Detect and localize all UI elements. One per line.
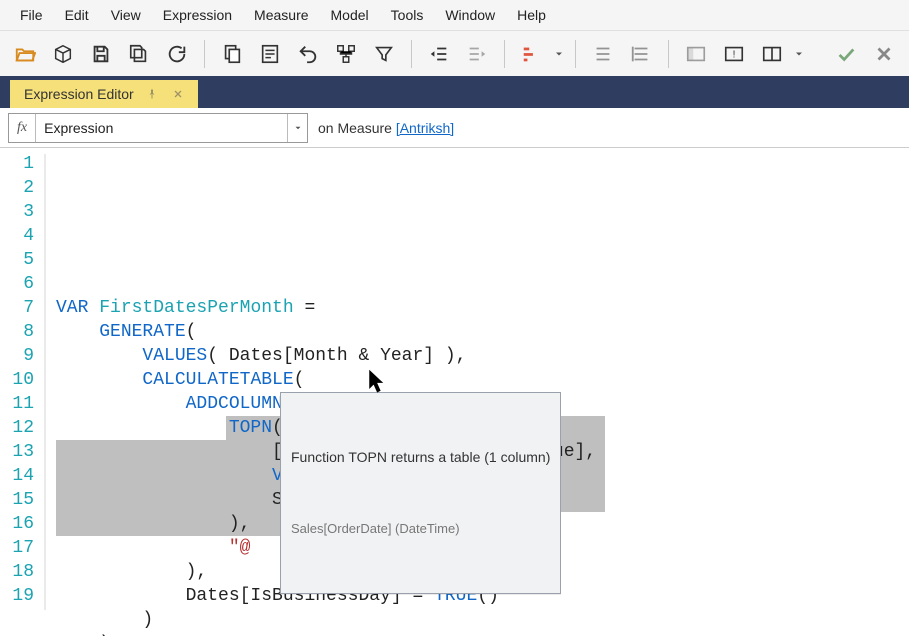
script-icon[interactable] (253, 37, 287, 71)
code-line[interactable]: CALCULATETABLE( (56, 368, 905, 392)
filter-icon[interactable] (367, 37, 401, 71)
fx-icon: fx (9, 114, 36, 142)
toolbar-separator (504, 40, 505, 68)
accept-check-icon[interactable] (829, 37, 863, 71)
toolbar-separator (204, 40, 205, 68)
code-line[interactable]: ) (56, 608, 905, 632)
code-line[interactable]: GENERATE( (56, 320, 905, 344)
line-number: 6 (0, 272, 34, 296)
menu-file[interactable]: File (10, 3, 53, 27)
tab-label: Expression Editor (24, 86, 134, 102)
indent-right-icon[interactable] (460, 37, 494, 71)
panel-left-icon[interactable] (679, 37, 713, 71)
line-number: 7 (0, 296, 34, 320)
line-number: 10 (0, 368, 34, 392)
svg-text:!: ! (733, 49, 736, 60)
menu-help[interactable]: Help (507, 3, 556, 27)
menu-tools[interactable]: Tools (381, 3, 434, 27)
line-number: 2 (0, 176, 34, 200)
line-number: 18 (0, 560, 34, 584)
toolbar: ! (0, 30, 909, 76)
tooltip-line1: Function TOPN returns a table (1 column) (291, 445, 550, 469)
warning-panel-icon[interactable]: ! (717, 37, 751, 71)
line-number: 5 (0, 248, 34, 272)
line-number: 17 (0, 536, 34, 560)
code-line[interactable]: VAR FirstDatesPerMonth = (56, 296, 905, 320)
line-number: 8 (0, 320, 34, 344)
cancel-x-icon[interactable] (867, 37, 901, 71)
expression-type-label: Expression (36, 120, 287, 136)
line-number: 12 (0, 416, 34, 440)
line-number: 11 (0, 392, 34, 416)
line-number: 1 (0, 152, 34, 176)
toolbar-separator (668, 40, 669, 68)
format-dax-icon[interactable] (515, 37, 549, 71)
measure-context: on Measure [Antriksh] (318, 120, 454, 136)
deploy-cube-icon[interactable] (46, 37, 80, 71)
line-number-gutter: 12345678910111213141516171819 (0, 148, 40, 636)
context-measure-link[interactable]: [Antriksh] (396, 120, 454, 136)
line-number: 14 (0, 464, 34, 488)
menu-bar: File Edit View Expression Measure Model … (0, 0, 909, 30)
line-number: 9 (0, 344, 34, 368)
line-number: 13 (0, 440, 34, 464)
code-editor[interactable]: 12345678910111213141516171819 Function T… (0, 148, 909, 636)
dropdown-caret-icon[interactable] (553, 37, 565, 71)
menu-edit[interactable]: Edit (55, 3, 99, 27)
menu-expression[interactable]: Expression (153, 3, 242, 27)
save-all-icon[interactable] (122, 37, 156, 71)
copy-icon[interactable] (215, 37, 249, 71)
tree-icon[interactable] (329, 37, 363, 71)
toolbar-separator (411, 40, 412, 68)
code-area[interactable]: Function TOPN returns a table (1 column)… (52, 148, 909, 636)
tooltip-line2: Sales[OrderDate] (DateTime) (291, 517, 550, 541)
line-number: 3 (0, 200, 34, 224)
uncomment-icon[interactable] (586, 37, 620, 71)
undo-icon[interactable] (291, 37, 325, 71)
close-icon[interactable] (170, 86, 186, 102)
indent-left-icon[interactable] (422, 37, 456, 71)
menu-view[interactable]: View (101, 3, 151, 27)
pin-icon[interactable] (144, 86, 160, 102)
fold-column (40, 148, 52, 636)
split-panel-icon[interactable] (755, 37, 789, 71)
save-icon[interactable] (84, 37, 118, 71)
open-folder-icon[interactable] (8, 37, 42, 71)
expression-header: fx Expression on Measure [Antriksh] (0, 108, 909, 148)
menu-window[interactable]: Window (435, 3, 505, 27)
menu-model[interactable]: Model (321, 3, 379, 27)
chevron-down-icon[interactable] (287, 114, 307, 142)
expression-type-combo[interactable]: fx Expression (8, 113, 308, 143)
refresh-icon[interactable] (160, 37, 194, 71)
context-prefix: on Measure (318, 120, 396, 136)
dropdown-caret-icon[interactable] (793, 37, 805, 71)
tab-expression-editor[interactable]: Expression Editor (10, 80, 198, 108)
menu-measure[interactable]: Measure (244, 3, 318, 27)
comment-icon[interactable] (624, 37, 658, 71)
code-line[interactable]: VALUES( Dates[Month & Year] ), (56, 344, 905, 368)
code-line[interactable]: ) (56, 632, 905, 636)
toolbar-separator (575, 40, 576, 68)
line-number: 15 (0, 488, 34, 512)
line-number: 19 (0, 584, 34, 608)
line-number: 16 (0, 512, 34, 536)
mouse-pointer-icon (302, 344, 389, 428)
tab-strip: Expression Editor (0, 76, 909, 108)
line-number: 4 (0, 224, 34, 248)
